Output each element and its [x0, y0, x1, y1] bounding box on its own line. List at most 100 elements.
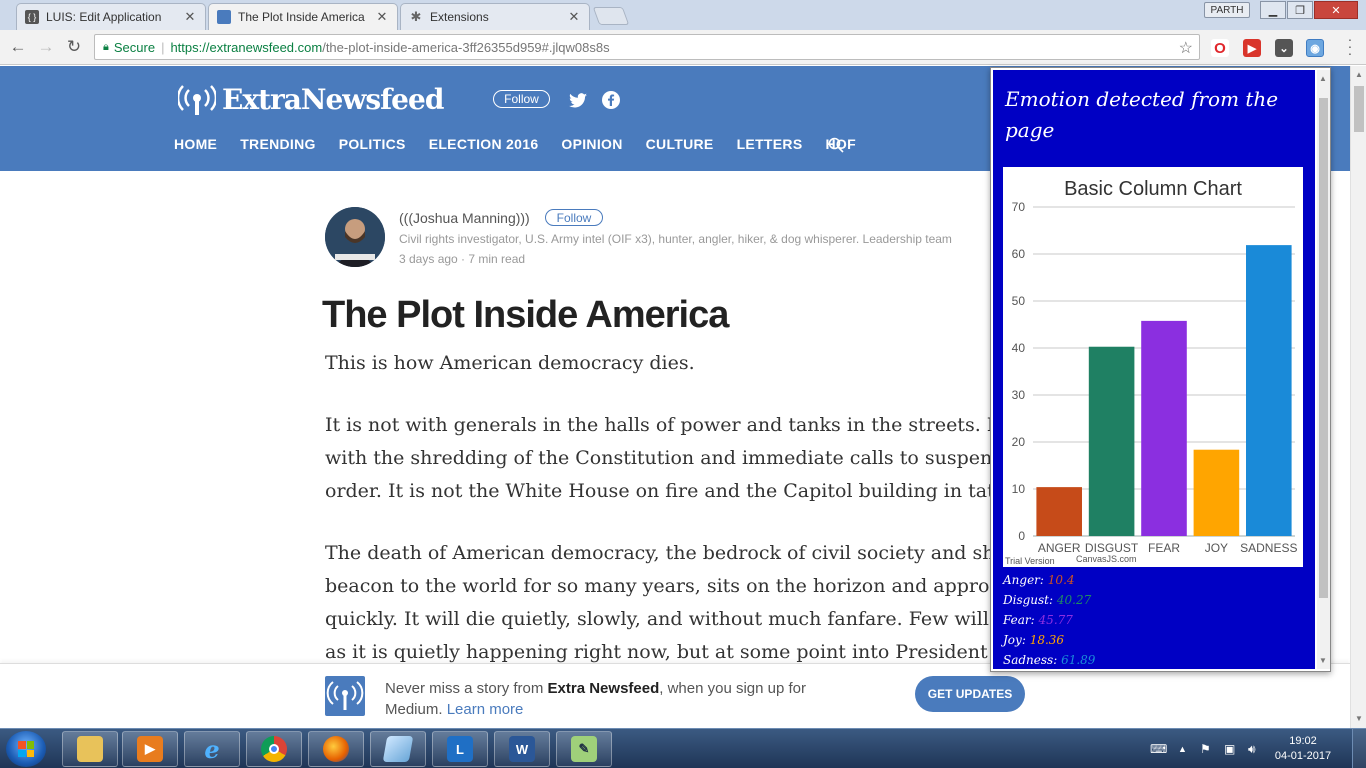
secure-label: Secure [113, 39, 156, 55]
url-host: https://extranewsfeed.com [170, 39, 323, 55]
close-icon[interactable]: ✕ [375, 9, 389, 25]
taskbar-notepad[interactable]: ✎ [556, 731, 612, 767]
nav-election-2016[interactable]: ELECTION 2016 [429, 136, 539, 152]
forward-button[interactable]: → [36, 37, 56, 57]
window-close-button[interactable]: ✕ [1314, 1, 1358, 19]
browser-toolbar: ← → ↻ 🔒︎ Secure | https://extranewsfeed.… [0, 30, 1366, 65]
nav-opinion[interactable]: OPINION [561, 136, 622, 152]
site-logo[interactable]: ExtraNewsfeed [178, 83, 444, 116]
taskbar-internet-explorer[interactable]: e [184, 731, 240, 767]
y-tick-label: 60 [1012, 247, 1026, 261]
chart-svg: Basic Column Chart 0 10 20 30 40 50 60 70 ANGER… [1005, 178, 1298, 566]
show-desktop-button[interactable] [1352, 729, 1366, 768]
popup-title: Emotion detected from the page [1005, 87, 1279, 142]
nav-letters[interactable]: LETTERS [737, 136, 803, 152]
y-tick-label: 50 [1012, 294, 1026, 308]
browser-menu-icon[interactable]: · · · [1341, 32, 1359, 60]
page-scrollbar[interactable]: ▲ ▼ [1350, 66, 1366, 728]
facebook-icon[interactable] [601, 90, 621, 110]
article-line: It is not with generals in the halls of … [325, 414, 991, 436]
tab-title: Extensions [430, 10, 489, 24]
internet-explorer-icon: e [204, 734, 220, 764]
tab-plot-inside-america[interactable]: The Plot Inside America ✕ [208, 3, 398, 30]
separator: | [161, 39, 165, 55]
article-line: beacon to the world for so many years, s… [325, 575, 991, 597]
keyboard-icon[interactable]: ⌨ [1150, 729, 1167, 768]
extranewsfeed-favicon-icon [217, 10, 231, 24]
article-line: The death of American democracy, the bed… [325, 542, 991, 564]
column-chart: Basic Column Chart 0 10 20 30 40 50 60 70 ANGER… [1003, 167, 1303, 567]
nav-culture[interactable]: CULTURE [646, 136, 714, 152]
scroll-down-icon[interactable]: ▼ [1355, 714, 1363, 723]
chart-title: Basic Column Chart [1064, 178, 1242, 200]
nav-politics[interactable]: POLITICS [339, 136, 406, 152]
search-icon[interactable] [828, 137, 844, 157]
taskbar-clock[interactable]: 19:02 04-01-2017 [1272, 734, 1334, 764]
author-avatar[interactable] [325, 207, 385, 267]
media-extension-icon[interactable]: ▶ [1243, 39, 1261, 57]
profile-button[interactable]: PARTH [1204, 2, 1250, 18]
popup-scrollbar[interactable]: ▲ ▼ [1317, 70, 1330, 669]
maximize-button[interactable]: ❐ [1287, 1, 1313, 19]
flag-icon[interactable]: ⚑ [1200, 729, 1211, 768]
close-icon[interactable]: ✕ [567, 9, 581, 25]
bar-sadness[interactable] [1246, 245, 1292, 536]
taskbar-firefox[interactable] [308, 731, 364, 767]
scroll-down-icon[interactable]: ▼ [1319, 656, 1327, 665]
bookmark-star-icon[interactable]: ☆ [1179, 38, 1193, 58]
taskbar-word[interactable]: W [494, 731, 550, 767]
author-name[interactable]: (((Joshua Manning))) [399, 210, 530, 226]
nav-trending[interactable]: TRENDING [240, 136, 316, 152]
emotion-value: 18.36 [1029, 633, 1065, 647]
volume-icon[interactable]: 🔊︎ [1248, 729, 1256, 768]
publication-logo-icon [325, 676, 365, 716]
bar-anger[interactable] [1036, 487, 1082, 536]
author-follow-button[interactable]: Follow [545, 209, 603, 226]
y-tick-label: 10 [1012, 482, 1026, 496]
firefox-icon [323, 736, 349, 762]
chart-x-labels: ANGER DISGUST FEAR JOY SADNESS [1038, 541, 1298, 555]
tray-expand-icon[interactable]: ▲ [1178, 729, 1187, 768]
get-updates-button[interactable]: GET UPDATES [915, 676, 1025, 712]
minimize-button[interactable]: ▁ [1260, 1, 1286, 19]
emotion-label: Fear: [1003, 613, 1035, 627]
bar-joy[interactable] [1193, 449, 1240, 536]
site-follow-button[interactable]: Follow [493, 90, 550, 108]
back-button[interactable]: ← [8, 37, 28, 57]
reload-button[interactable]: ↻ [64, 37, 84, 57]
pocket-icon[interactable]: ⌄ [1275, 39, 1293, 57]
learn-more-link[interactable]: Learn more [447, 701, 524, 718]
author-photo-icon [325, 207, 385, 267]
network-icon[interactable]: ▣ [1224, 729, 1235, 768]
taskbar-media-player[interactable]: ▶ [122, 731, 178, 767]
emotion-extension-icon[interactable]: ◉ [1306, 39, 1324, 57]
article-line: with the shredding of the Constitution a… [325, 447, 991, 469]
popup-scrollbar-thumb[interactable] [1319, 98, 1328, 598]
taskbar-explorer[interactable] [62, 731, 118, 767]
taskbar-chrome[interactable] [246, 731, 302, 767]
page-scrollbar-thumb[interactable] [1354, 86, 1364, 132]
taskbar-lync[interactable]: L [432, 731, 488, 767]
canvasjs-watermark[interactable]: CanvasJS.com [1076, 554, 1137, 564]
tab-luis[interactable]: { } LUIS: Edit Application ✕ [16, 3, 206, 30]
close-icon: ✕ [1331, 4, 1341, 17]
scroll-up-icon[interactable]: ▲ [1319, 74, 1327, 83]
tab-extensions[interactable]: ✱ Extensions ✕ [400, 3, 590, 30]
new-tab-button[interactable] [592, 7, 630, 25]
x-tick-label: ANGER [1038, 541, 1081, 555]
opera-icon[interactable]: O [1211, 39, 1229, 57]
trial-watermark: Trial Version [1005, 556, 1055, 566]
arrow-left-icon: ← [9, 37, 27, 56]
address-bar[interactable]: 🔒︎ Secure | https://extranewsfeed.com /t… [94, 34, 1200, 60]
bar-fear[interactable] [1141, 320, 1187, 536]
bar-disgust[interactable] [1088, 346, 1135, 536]
twitter-icon[interactable] [568, 90, 588, 110]
close-icon[interactable]: ✕ [183, 9, 197, 25]
start-button[interactable] [6, 731, 46, 767]
nav-home[interactable]: HOME [174, 136, 217, 152]
notepad-icon: ✎ [571, 736, 597, 762]
clock-date: 04-01-2017 [1274, 750, 1332, 762]
scroll-up-icon[interactable]: ▲ [1355, 70, 1363, 79]
app-icon [382, 736, 414, 762]
taskbar-app[interactable] [370, 731, 426, 767]
